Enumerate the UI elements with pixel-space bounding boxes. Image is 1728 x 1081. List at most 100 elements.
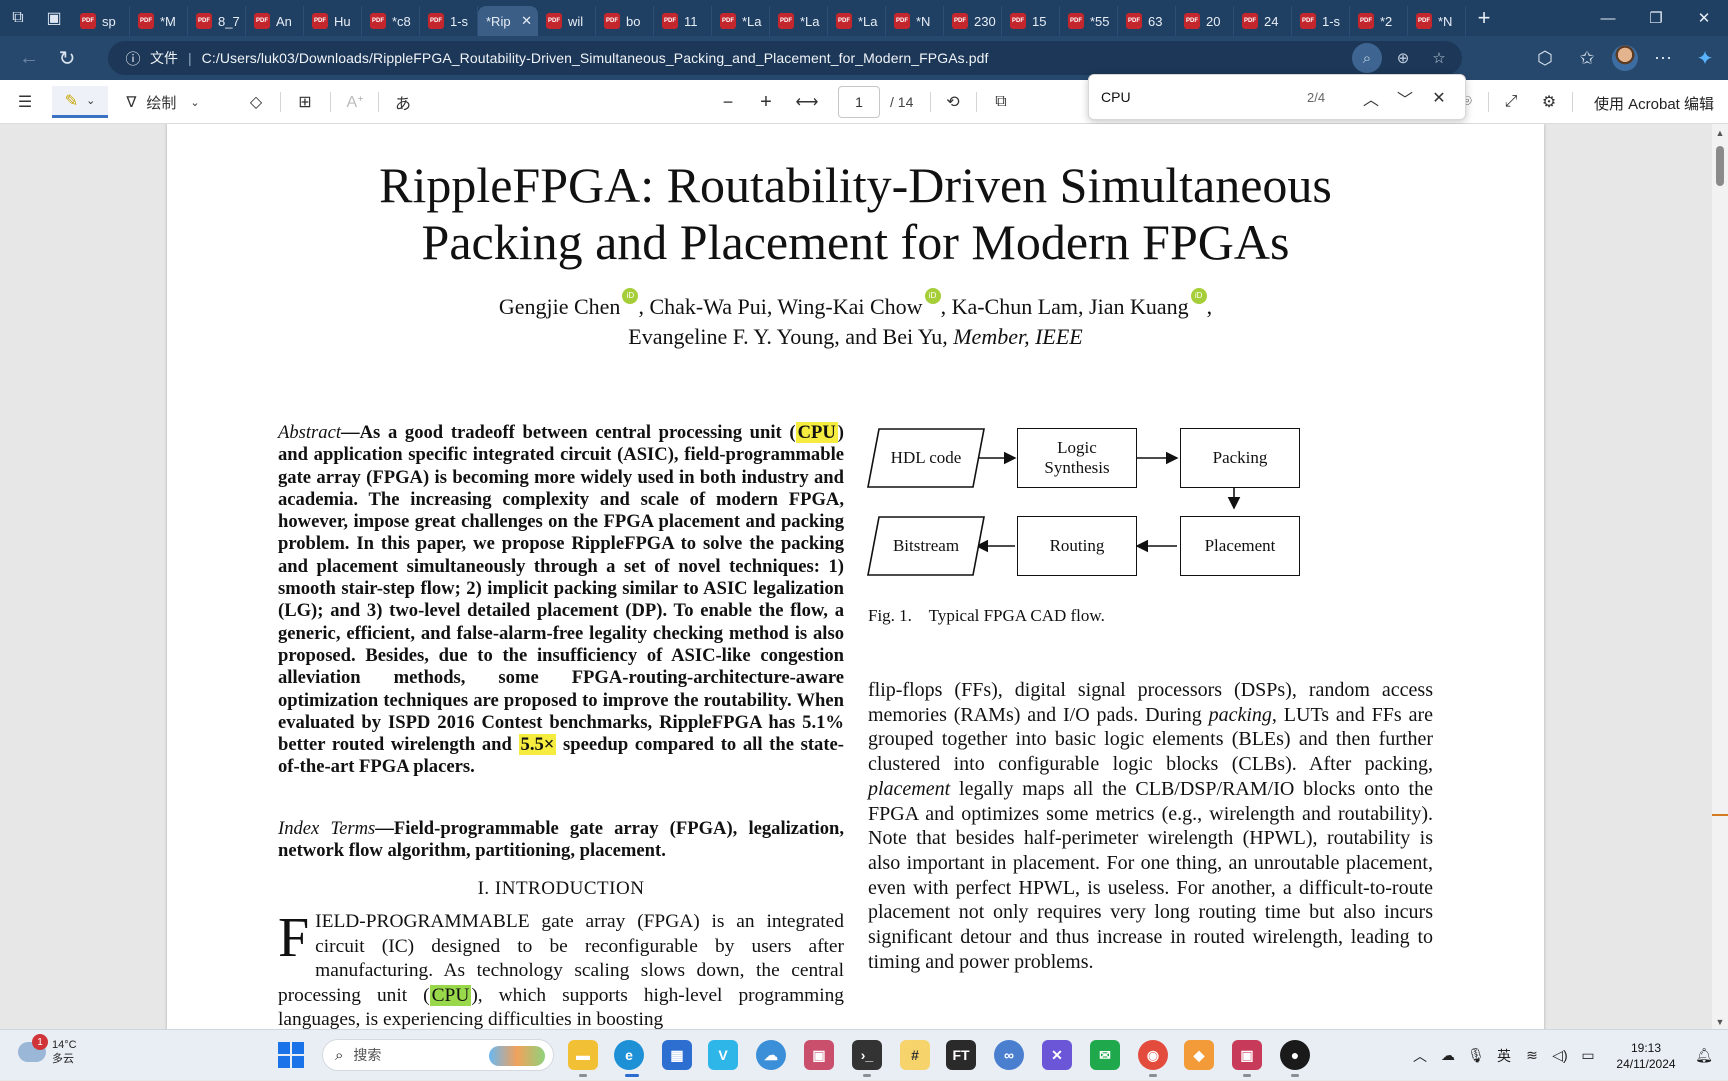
find-in-page-icon[interactable]: ⌕	[1352, 43, 1382, 73]
browser-tab[interactable]: PDF 1-s	[1292, 6, 1350, 36]
chat-icon[interactable]: ☁	[756, 1040, 786, 1070]
terminal-icon[interactable]: ›_	[852, 1040, 882, 1070]
browser-tab[interactable]: PDF *La	[828, 6, 886, 36]
wifi-icon[interactable]: ≋	[1518, 1047, 1546, 1064]
close-find-button[interactable]: ✕	[1425, 84, 1453, 112]
back-button[interactable]: ←	[10, 39, 48, 77]
browser-tab[interactable]: PDF*Rip✕	[478, 6, 538, 36]
ft-app-icon[interactable]: FT	[946, 1040, 976, 1070]
browser-tab[interactable]: PDF Hu	[304, 6, 362, 36]
close-window-button[interactable]: ✕	[1680, 0, 1728, 36]
store-icon[interactable]: ▦	[662, 1040, 692, 1070]
fullscreen-icon[interactable]: ⤢	[1498, 86, 1524, 118]
weather-widget[interactable]: 1 14°C 多云	[18, 1034, 77, 1066]
translate-icon[interactable]: あ	[390, 86, 416, 118]
previous-match-button[interactable]: ︿	[1357, 84, 1385, 112]
browser-tab[interactable]: PDF 24	[1234, 6, 1292, 36]
address-bar[interactable]: ⓘ 文件 | C:/Users/luk03/Downloads/RippleFP…	[108, 41, 1462, 75]
fit-width-icon[interactable]: ⟷	[794, 86, 820, 118]
microphone-icon[interactable]: 🎙︎	[1462, 1047, 1490, 1064]
browser-tab[interactable]: PDF *55	[1060, 6, 1118, 36]
browser-tab[interactable]: PDF 1-s	[420, 6, 478, 36]
minimize-button[interactable]: —	[1584, 0, 1632, 36]
address-path[interactable]: C:/Users/luk03/Downloads/RippleFPGA_Rout…	[202, 50, 989, 66]
orcid-icon[interactable]: iD	[924, 288, 941, 304]
page-view-icon[interactable]: ⧉	[988, 86, 1014, 118]
browser-tab[interactable]: PDF *2	[1350, 6, 1408, 36]
new-tab-button[interactable]: +	[1466, 0, 1502, 36]
recorder-app-icon[interactable]: ●	[1280, 1040, 1310, 1070]
rotate-icon[interactable]: ⟲	[940, 86, 966, 118]
extensions-icon[interactable]: ⬡	[1528, 39, 1562, 77]
scroll-down-icon[interactable]: ▼	[1714, 1017, 1726, 1027]
restore-button[interactable]: ❐	[1632, 0, 1680, 36]
app-icon[interactable]: ▣	[804, 1040, 834, 1070]
browser-tab[interactable]: PDF wil	[538, 6, 596, 36]
browser-tab[interactable]: PDF 20	[1176, 6, 1234, 36]
chrome-icon[interactable]: ◉	[1138, 1040, 1168, 1070]
vpn-icon[interactable]: V	[708, 1040, 738, 1070]
copilot-icon[interactable]: ✦	[1688, 39, 1722, 77]
battery-icon[interactable]: ▭	[1574, 1047, 1602, 1064]
scrollbar-thumb[interactable]	[1716, 146, 1724, 186]
favorite-star-icon[interactable]: ☆	[1424, 43, 1454, 73]
browser-tab[interactable]: PDF bo	[596, 6, 654, 36]
favorites-icon[interactable]: ✩	[1570, 39, 1604, 77]
page-number-input[interactable]: 1	[838, 86, 880, 118]
clock[interactable]: 19:13 24/11/2024	[1602, 1040, 1690, 1072]
eraser-icon[interactable]: ◇	[244, 86, 268, 118]
browser-tab[interactable]: PDF An	[246, 6, 304, 36]
pdf-viewer[interactable]: RippleFPGA: Routability-Driven Simultane…	[0, 124, 1728, 1029]
more-menu-icon[interactable]: ⋯	[1646, 39, 1680, 77]
browser-tab[interactable]: PDF sp	[72, 6, 130, 36]
vertical-scrollbar[interactable]: ▲ ▼	[1712, 124, 1728, 1029]
browser-tab[interactable]: PDF *N	[886, 6, 944, 36]
browser-tab[interactable]: PDF *La	[712, 6, 770, 36]
zoom-icon[interactable]: ⊕	[1388, 43, 1418, 73]
volume-icon[interactable]: ◁)	[1546, 1047, 1574, 1064]
browser-tab[interactable]: PDF *La	[770, 6, 828, 36]
message-app-icon[interactable]: ✉	[1090, 1040, 1120, 1070]
chevron-up-icon[interactable]: ︿	[1406, 1046, 1434, 1066]
start-button[interactable]	[276, 1040, 306, 1070]
settings-gear-icon[interactable]: ⚙	[1536, 86, 1562, 118]
draw-button[interactable]: ∇ 绘制 ⌄	[118, 86, 208, 118]
browser-tab[interactable]: PDF 63	[1118, 6, 1176, 36]
browser-tab[interactable]: PDF 8_7	[188, 6, 246, 36]
workspaces-icon[interactable]: ⧉	[0, 0, 36, 36]
highlight-button[interactable]: ✎ ⌄	[52, 86, 108, 118]
ime-indicator[interactable]: 英	[1490, 1046, 1518, 1066]
text-box-icon[interactable]: ⊞	[292, 86, 318, 118]
sync-app-icon[interactable]: ∞	[994, 1040, 1024, 1070]
pdf-file-icon: PDF	[662, 13, 678, 29]
onedrive-icon[interactable]: ☁	[1434, 1047, 1462, 1064]
taskbar-search[interactable]: ⌕ 搜索	[322, 1039, 554, 1071]
browser-tab[interactable]: PDF 230	[944, 6, 1002, 36]
notes-icon[interactable]: #	[900, 1040, 930, 1070]
notifications-bell-icon[interactable]: 🔔︎	[1690, 1047, 1718, 1064]
info-icon[interactable]: ⓘ	[120, 45, 146, 71]
scroll-up-icon[interactable]: ▲	[1714, 128, 1726, 138]
browser-tab[interactable]: PDF *M	[130, 6, 188, 36]
edge-browser-icon[interactable]: e	[614, 1040, 644, 1070]
browser-tab[interactable]: PDF *N	[1408, 6, 1466, 36]
close-tab-icon[interactable]: ✕	[521, 13, 532, 29]
zoom-in-icon[interactable]: +	[754, 86, 778, 118]
paint-app-icon[interactable]: ◆	[1184, 1040, 1214, 1070]
refresh-button[interactable]: ↻	[48, 39, 86, 77]
file-explorer-icon[interactable]: ▬	[568, 1040, 598, 1070]
zoom-out-icon[interactable]: −	[716, 86, 740, 118]
orcid-icon[interactable]: iD	[622, 288, 639, 304]
tab-actions-icon[interactable]: ▣	[36, 0, 72, 36]
browser-tab[interactable]: PDF *c8	[362, 6, 420, 36]
acrobat-edit-button[interactable]: 使用 Acrobat 编辑	[1594, 93, 1714, 114]
orcid-icon[interactable]: iD	[1190, 288, 1207, 304]
browser-tab[interactable]: PDF 15	[1002, 6, 1060, 36]
next-match-button[interactable]: ﹀	[1391, 84, 1419, 112]
find-input[interactable]	[1099, 84, 1299, 110]
browser-tab[interactable]: PDF 11	[654, 6, 712, 36]
media-app-icon[interactable]: ▣	[1232, 1040, 1262, 1070]
profile-avatar[interactable]	[1612, 45, 1638, 71]
contents-icon[interactable]: ☰	[12, 86, 38, 118]
tool-app-icon[interactable]: ✕	[1042, 1040, 1072, 1070]
